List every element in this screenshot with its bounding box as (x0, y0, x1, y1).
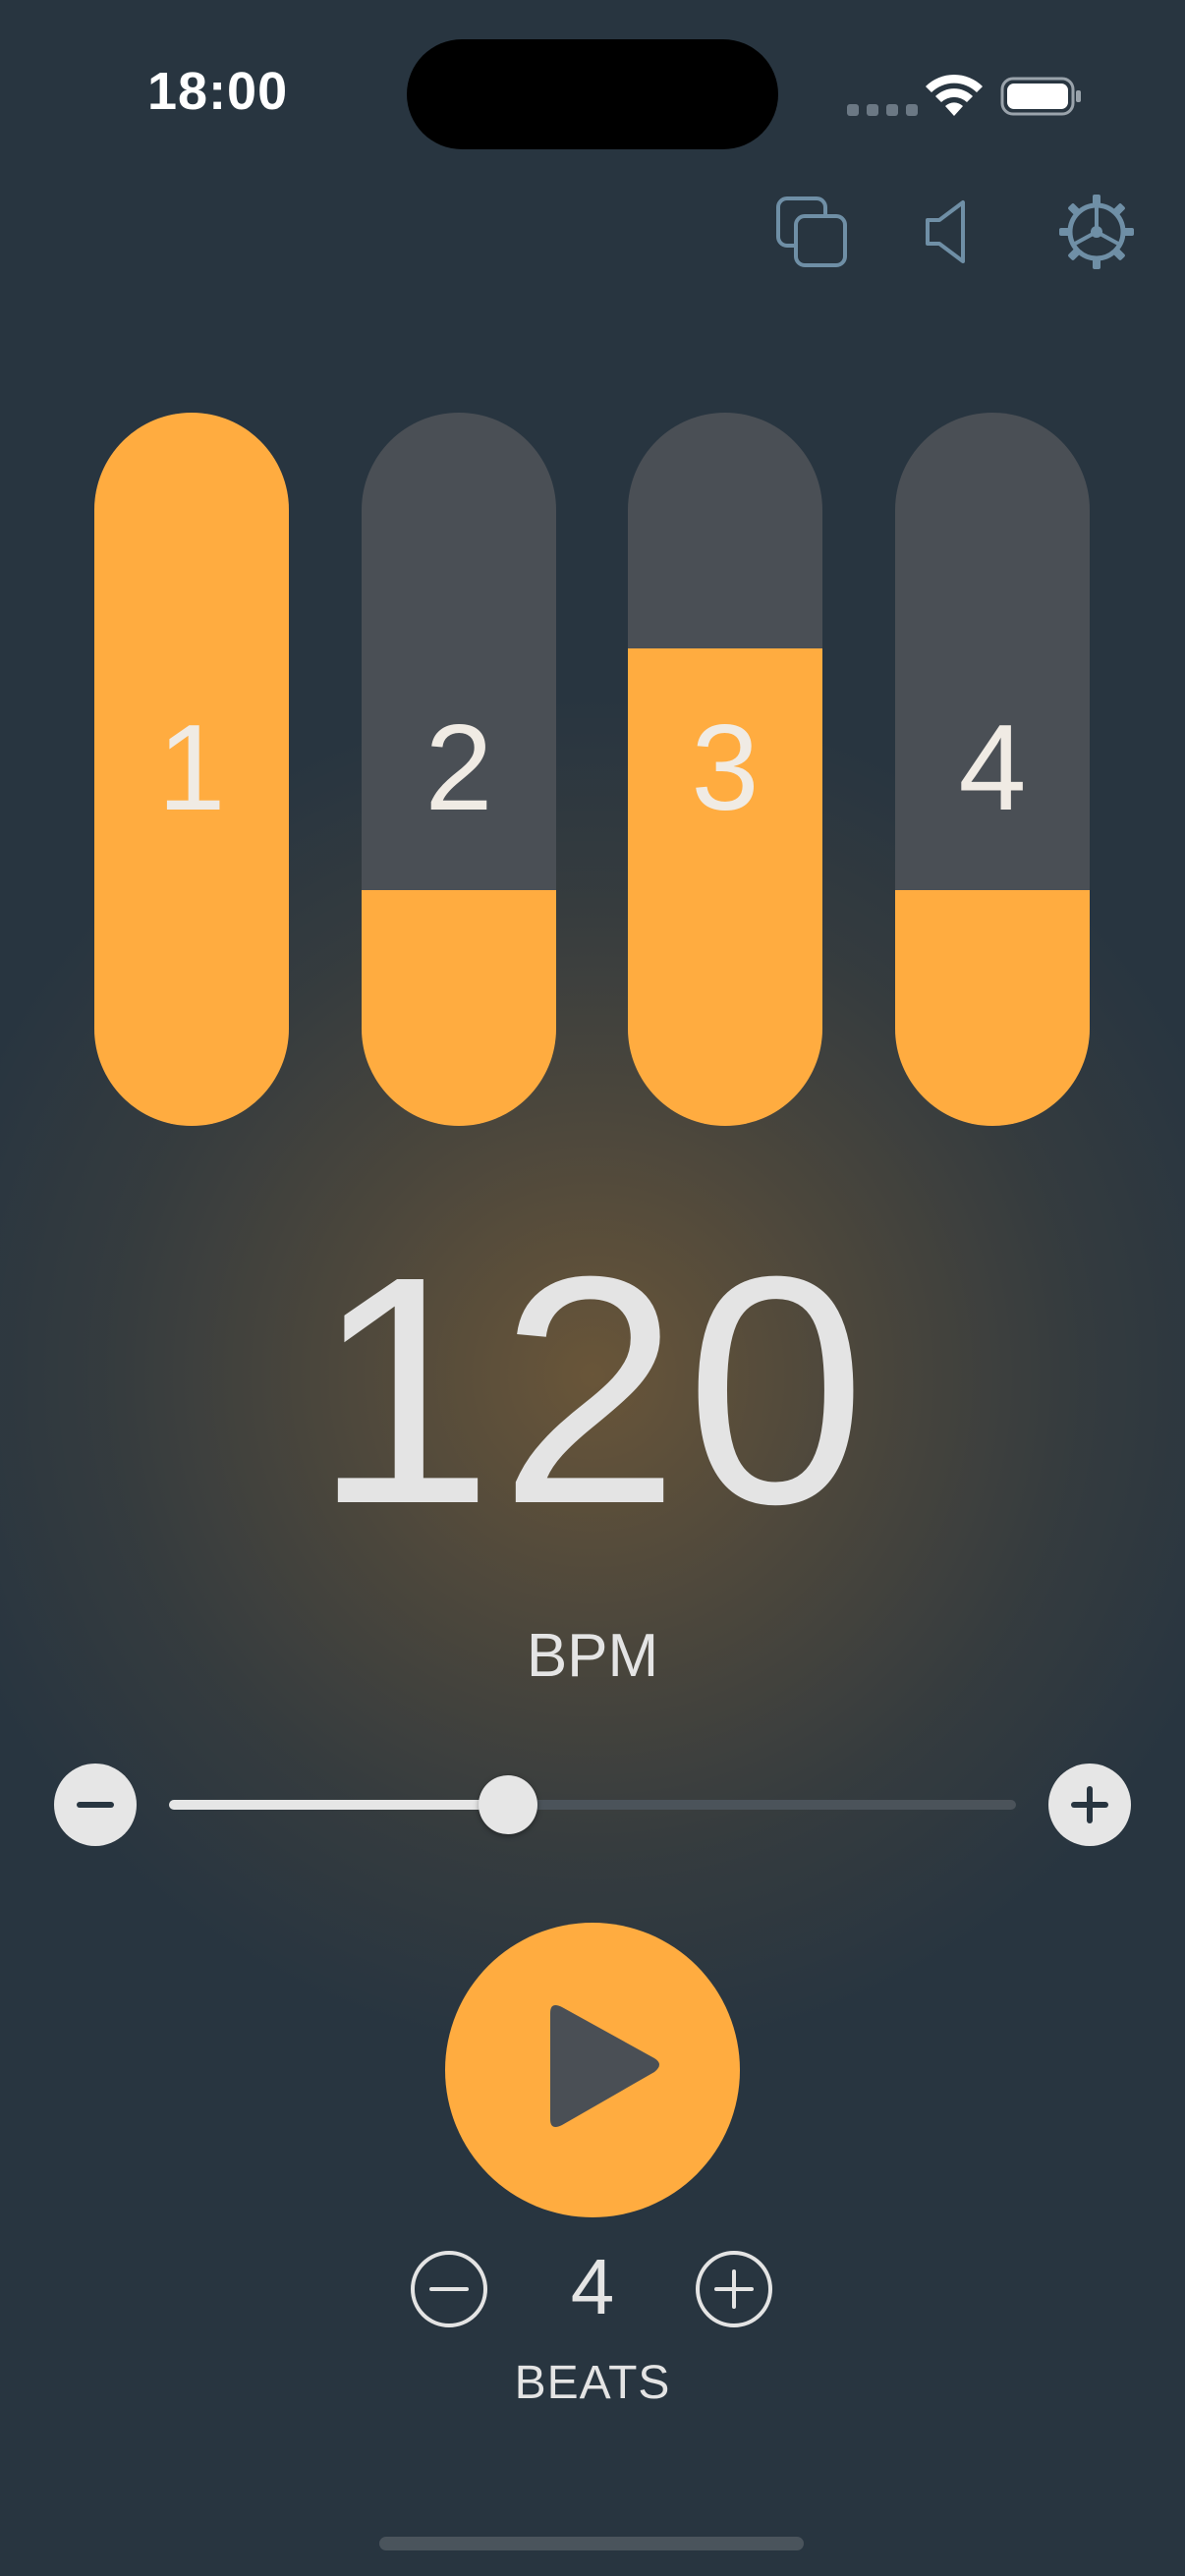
beat-number: 4 (958, 700, 1027, 836)
tempo-unit-label: BPM (526, 1622, 659, 1690)
dynamic-island (407, 39, 778, 149)
plus-icon (1071, 1786, 1108, 1823)
beat-indicator-4[interactable]: 4 (895, 413, 1090, 1126)
beat-level-fill (362, 890, 556, 1126)
minus-circle-icon (411, 2251, 487, 2327)
beats-label: BEATS (514, 2357, 671, 2409)
beat-number: 3 (691, 700, 760, 836)
beat-level-fill (895, 890, 1090, 1126)
status-time: 18:00 (147, 62, 289, 121)
beats-increase-button[interactable] (695, 2250, 773, 2328)
cellular-signal-icon (847, 104, 918, 116)
copy-icon[interactable] (772, 193, 851, 271)
tempo-decrease-button[interactable] (54, 1764, 137, 1846)
minus-icon (77, 1802, 114, 1808)
beats-decrease-button[interactable] (410, 2250, 488, 2328)
battery-icon (1000, 77, 1083, 121)
metronome-screen: 18:00 1 2 3 4 120 BPM 4 BEATS (0, 0, 1185, 2576)
beat-indicator-2[interactable]: 2 (362, 413, 556, 1126)
tempo-slider-track[interactable] (169, 1800, 1016, 1810)
tempo-slider-thumb[interactable] (478, 1775, 537, 1834)
wifi-icon (924, 73, 985, 123)
tempo-increase-button[interactable] (1048, 1764, 1131, 1846)
speaker-icon[interactable] (914, 193, 992, 271)
beat-number: 1 (157, 700, 226, 836)
play-button[interactable] (445, 1923, 740, 2217)
settings-gear-icon[interactable] (1057, 193, 1136, 271)
play-icon (550, 2005, 659, 2127)
beats-count: 4 (570, 2243, 615, 2330)
plus-circle-icon (696, 2251, 772, 2327)
beat-indicator-1[interactable]: 1 (94, 413, 289, 1126)
beat-number: 2 (424, 700, 493, 836)
beat-indicator-3[interactable]: 3 (628, 413, 822, 1126)
tempo-value: 120 (312, 1208, 873, 1571)
home-indicator[interactable] (379, 2537, 804, 2550)
tempo-slider-fill (169, 1800, 508, 1810)
